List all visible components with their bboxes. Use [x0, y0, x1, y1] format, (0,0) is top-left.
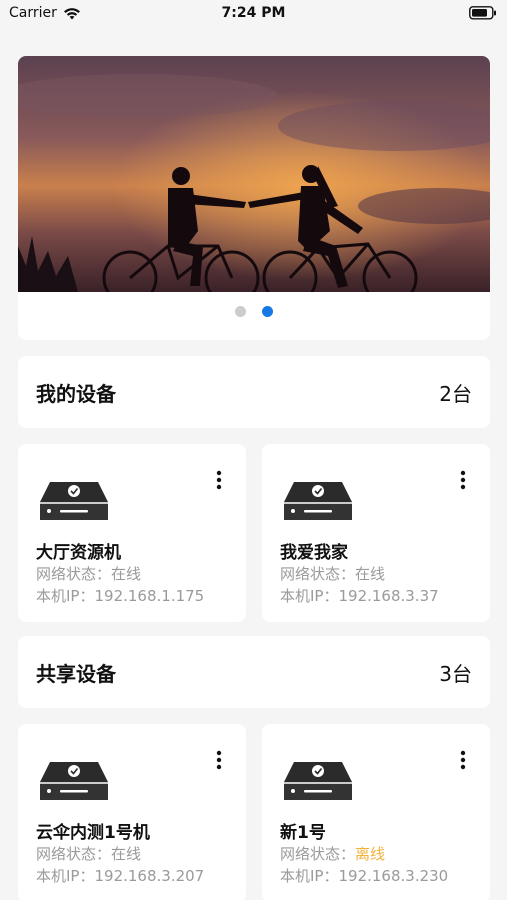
more-options-icon[interactable]	[460, 470, 466, 490]
device-card[interactable]: 我爱我家 网络状态：在线 本机IP：192.168.3.37	[262, 444, 490, 622]
more-options-icon[interactable]	[460, 750, 466, 770]
banner-image[interactable]	[18, 56, 490, 292]
device-card[interactable]: 云伞内测1号机 网络状态：在线 本机IP：192.168.3.207	[18, 724, 246, 900]
ip-line: 本机IP：192.168.3.230	[280, 865, 448, 886]
more-options-icon[interactable]	[216, 470, 222, 490]
ip-value: 192.168.3.37	[338, 587, 439, 605]
status-time: 7:24 PM	[221, 5, 286, 21]
device-name: 新1号	[280, 823, 326, 843]
ip-label: 本机IP：	[36, 867, 95, 885]
status-bar: Carrier 7:24 PM	[0, 0, 507, 28]
device-name: 我爱我家	[280, 543, 348, 563]
shared-devices-count: 3台	[439, 661, 472, 686]
hard-drive-icon	[40, 482, 108, 520]
network-status-label: 网络状态：	[36, 565, 112, 583]
ip-value: 192.168.3.207	[94, 867, 205, 885]
network-status-value-offline: 离线	[355, 845, 386, 863]
network-status-value: 在线	[111, 565, 142, 583]
battery-icon	[469, 6, 496, 20]
hard-drive-icon	[284, 762, 352, 800]
ip-label: 本机IP：	[280, 867, 339, 885]
network-status-line: 网络状态：在线	[280, 563, 385, 584]
hard-drive-icon	[40, 762, 108, 800]
device-name: 云伞内测1号机	[36, 823, 150, 843]
ip-value: 192.168.1.175	[94, 587, 205, 605]
my-devices-title: 我的设备	[36, 381, 116, 406]
network-status-line: 网络状态：在线	[36, 843, 141, 864]
network-status-line: 网络状态：在线	[36, 563, 141, 584]
network-status-label: 网络状态：	[36, 845, 112, 863]
network-status-line: 网络状态：离线	[280, 843, 385, 864]
ip-line: 本机IP：192.168.3.207	[36, 865, 204, 886]
pagination-dot-2-active[interactable]	[262, 306, 273, 317]
banner-card[interactable]	[18, 56, 490, 340]
pagination-dot-1[interactable]	[235, 306, 246, 317]
ip-label: 本机IP：	[280, 587, 339, 605]
ip-line: 本机IP：192.168.1.175	[36, 585, 204, 606]
device-name: 大厅资源机	[36, 543, 121, 563]
network-status-label: 网络状态：	[280, 845, 356, 863]
network-status-value: 在线	[355, 565, 386, 583]
my-devices-count: 2台	[439, 381, 472, 406]
ip-label: 本机IP：	[36, 587, 95, 605]
network-status-value: 在线	[111, 845, 142, 863]
shared-devices-header: 共享设备 3台	[18, 636, 490, 708]
network-status-label: 网络状态：	[280, 565, 356, 583]
shared-devices-title: 共享设备	[36, 661, 116, 686]
my-devices-header: 我的设备 2台	[18, 356, 490, 428]
device-card[interactable]: 新1号 网络状态：离线 本机IP：192.168.3.230	[262, 724, 490, 900]
device-card[interactable]: 大厅资源机 网络状态：在线 本机IP：192.168.1.175	[18, 444, 246, 622]
ip-line: 本机IP：192.168.3.37	[280, 585, 439, 606]
banner-pagination	[18, 306, 490, 317]
ip-value: 192.168.3.230	[338, 867, 449, 885]
more-options-icon[interactable]	[216, 750, 222, 770]
hard-drive-icon	[284, 482, 352, 520]
